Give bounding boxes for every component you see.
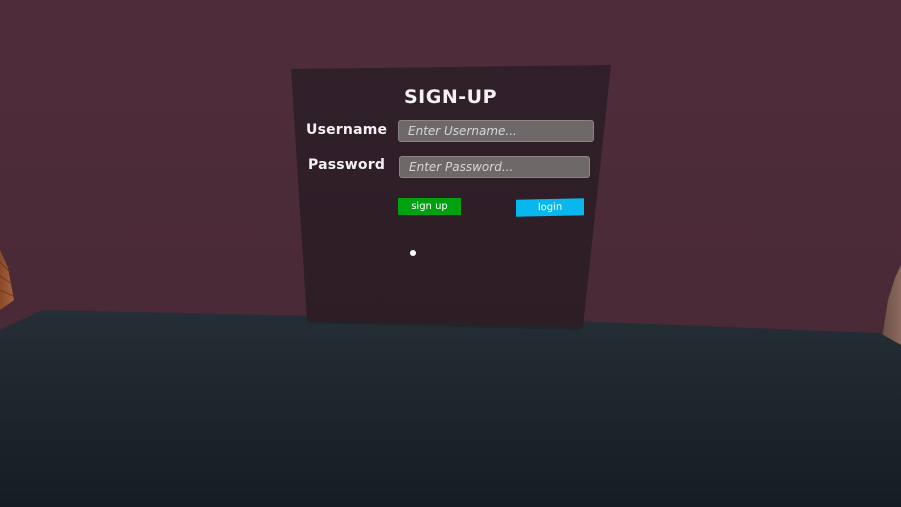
login-button[interactable]: login	[516, 198, 584, 217]
password-label: Password	[308, 157, 386, 173]
signup-title: SIGN-UP	[404, 86, 497, 108]
signup-panel-background	[291, 65, 611, 330]
game-viewport: SIGN-UP Username Password sign up login	[0, 0, 901, 507]
password-field[interactable]	[399, 156, 590, 178]
signup-button[interactable]: sign up	[398, 198, 461, 215]
crosshair-dot	[410, 250, 416, 256]
username-field[interactable]	[398, 120, 594, 142]
username-label: Username	[306, 122, 388, 138]
